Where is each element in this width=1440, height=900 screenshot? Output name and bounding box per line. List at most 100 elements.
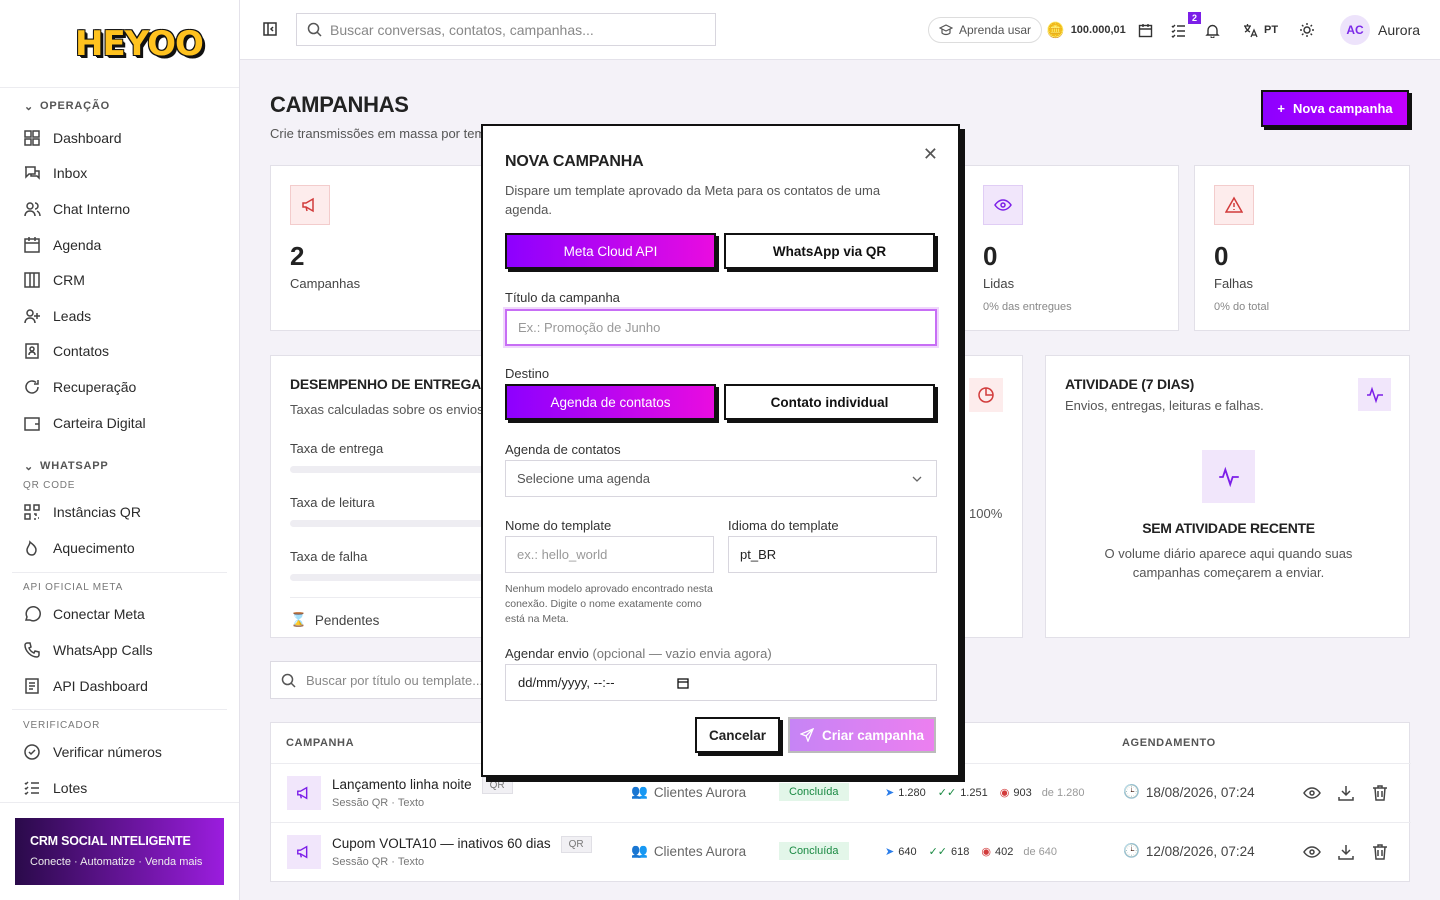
sidebar-item-recuperacao[interactable]: Recuperação bbox=[0, 369, 239, 405]
modal-description: Dispare um template aprovado da Meta par… bbox=[505, 183, 881, 217]
status-badge: Concluída bbox=[779, 783, 849, 801]
clock-icon: 🕒 bbox=[1123, 843, 1140, 858]
kanban-icon bbox=[24, 272, 40, 288]
subsection-api-oficial-meta: API OFICIAL META bbox=[23, 582, 124, 594]
sidebar-item-aquecimento[interactable]: Aquecimento bbox=[0, 530, 239, 566]
learn-button[interactable]: Aprenda usar bbox=[928, 17, 1043, 43]
language-selector[interactable]: PT bbox=[1243, 0, 1278, 60]
sidebar-item-contatos[interactable]: Contatos bbox=[0, 334, 239, 370]
sidebar-toggle-icon[interactable] bbox=[263, 22, 277, 36]
user-plus-icon bbox=[24, 309, 40, 323]
sun-icon bbox=[1300, 23, 1314, 37]
new-campaign-modal: NOVA CAMPANHA ✕ Dispare um template apro… bbox=[481, 124, 960, 777]
eye-icon: ◉ bbox=[981, 846, 991, 858]
whatsapp-icon bbox=[24, 606, 41, 622]
calendar-icon bbox=[676, 677, 689, 689]
sidebar: HEYOO ⌄ OPERAÇÃO Dashboard Inbox Chat Int… bbox=[0, 0, 240, 900]
promo-banner[interactable]: CRM SOCIAL INTELIGENTE Conecte · Automat… bbox=[15, 818, 224, 885]
clock-icon: 🕒 bbox=[1123, 784, 1140, 799]
sidebar-item-lotes[interactable]: Lotes bbox=[0, 770, 239, 806]
section-whatsapp[interactable]: ⌄ WHATSAPP bbox=[0, 456, 239, 476]
eye-icon: ◉ bbox=[999, 787, 1010, 799]
sidebar-item-chat-interno[interactable]: Chat Interno bbox=[0, 191, 239, 227]
send-icon: ➤ bbox=[885, 846, 895, 858]
list-check-icon bbox=[1171, 24, 1185, 38]
qr-code-icon bbox=[24, 504, 40, 520]
view-icon[interactable] bbox=[1303, 843, 1321, 861]
hourglass-icon: ⌛ bbox=[290, 612, 307, 627]
close-icon[interactable]: ✕ bbox=[923, 144, 938, 165]
notifications-button[interactable] bbox=[1205, 0, 1220, 60]
contact-list-select[interactable]: Selecione uma agenda bbox=[505, 460, 937, 497]
provider-meta-cloud-api[interactable]: Meta Cloud API bbox=[505, 233, 716, 269]
sidebar-item-verificar-numeros[interactable]: Verificar números bbox=[0, 734, 239, 770]
sidebar-item-inbox[interactable]: Inbox bbox=[0, 156, 239, 192]
campaign-search-input[interactable]: Buscar por título ou template... bbox=[270, 661, 485, 699]
theme-toggle[interactable] bbox=[1299, 0, 1315, 60]
activity-icon bbox=[1358, 378, 1391, 411]
trash-icon[interactable] bbox=[1371, 784, 1389, 802]
chat-icon bbox=[25, 166, 40, 181]
dashboard-icon bbox=[24, 130, 40, 146]
template-language-input[interactable]: pt_BR bbox=[728, 536, 937, 573]
page-subtitle: Crie transmissões em massa por tem bbox=[270, 126, 486, 141]
send-icon bbox=[799, 728, 814, 742]
coins-icon: 🪙 bbox=[1046, 22, 1065, 39]
global-search-input[interactable]: Buscar conversas, contatos, campanhas... bbox=[296, 13, 716, 46]
users-icon: 👥 bbox=[631, 843, 648, 858]
sidebar-item-instancias-qr[interactable]: Instâncias QR bbox=[0, 494, 239, 530]
send-icon: ➤ bbox=[885, 787, 895, 799]
chevron-down-icon bbox=[912, 476, 922, 482]
calendar-button[interactable] bbox=[1138, 0, 1153, 60]
delivery-metrics: ➤ 640 ✓✓ 618 ◉ 402 de 640 bbox=[885, 845, 1057, 859]
check-double-icon: ✓✓ bbox=[937, 787, 957, 799]
phone-icon bbox=[24, 642, 40, 658]
new-campaign-button[interactable]: + Nova campanha bbox=[1261, 90, 1409, 127]
user-menu[interactable]: AC Aurora bbox=[1340, 0, 1420, 60]
logo: HEYOO bbox=[75, 23, 204, 64]
megaphone-icon bbox=[287, 776, 321, 810]
search-icon bbox=[281, 673, 296, 688]
sidebar-item-dashboard[interactable]: Dashboard bbox=[0, 120, 239, 156]
sidebar-item-whatsapp-calls[interactable]: WhatsApp Calls bbox=[0, 632, 239, 668]
sidebar-item-conectar-meta[interactable]: Conectar Meta bbox=[0, 597, 239, 633]
page-title: CAMPANHAS bbox=[270, 92, 409, 117]
destination-contact-list[interactable]: Agenda de contatos bbox=[505, 384, 716, 420]
schedule-datetime-input[interactable]: dd/mm/yyyy, --:-- bbox=[505, 664, 937, 701]
qr-tag: QR bbox=[481, 777, 513, 794]
megaphone-icon bbox=[290, 185, 330, 225]
refresh-icon bbox=[25, 379, 39, 394]
campaign-title-input[interactable]: Ex.: Promoção de Junho bbox=[505, 309, 937, 346]
check-double-icon: ✓✓ bbox=[928, 846, 948, 858]
table-row[interactable]: Cupom VOLTA10 — inativos 60 dias QR Sessã… bbox=[271, 822, 1411, 880]
sidebar-item-agenda[interactable]: Agenda bbox=[0, 227, 239, 263]
download-icon[interactable] bbox=[1337, 843, 1355, 861]
download-icon[interactable] bbox=[1337, 784, 1355, 802]
status-badge: Concluída bbox=[779, 842, 849, 860]
sidebar-item-crm[interactable]: CRM bbox=[0, 262, 239, 298]
activity-card: ATIVIDADE (7 DIAS) Envios, entregas, lei… bbox=[1045, 355, 1410, 638]
cancel-button[interactable]: Cancelar bbox=[695, 717, 780, 753]
destination-single-contact[interactable]: Contato individual bbox=[724, 384, 935, 420]
modal-title: NOVA CAMPANHA bbox=[505, 153, 644, 170]
eye-icon bbox=[983, 185, 1023, 225]
tasks-badge: 2 bbox=[1188, 12, 1202, 24]
balance-indicator[interactable]: 🪙 100.000,01 bbox=[1046, 0, 1126, 60]
template-name-input[interactable]: ex.: hello_world bbox=[505, 536, 714, 573]
delivery-metrics: ➤ 1.280 ✓✓ 1.251 ◉ 903 de 1.280 bbox=[885, 786, 1085, 800]
alert-triangle-icon bbox=[1214, 185, 1254, 225]
view-icon[interactable] bbox=[1303, 784, 1321, 802]
create-campaign-button[interactable]: Criar campanha bbox=[788, 717, 936, 753]
pending-percent: 100% bbox=[969, 506, 1003, 521]
sidebar-item-carteira-digital[interactable]: Carteira Digital bbox=[0, 405, 239, 441]
contact-book-icon bbox=[25, 343, 39, 360]
stat-card-failures: 0 Falhas 0% do total bbox=[1194, 165, 1410, 331]
tasks-button[interactable]: 2 bbox=[1171, 0, 1202, 60]
sidebar-item-leads[interactable]: Leads bbox=[0, 298, 239, 334]
sidebar-item-api-dashboard[interactable]: API Dashboard bbox=[0, 668, 239, 704]
provider-whatsapp-qr[interactable]: WhatsApp via QR bbox=[724, 233, 935, 269]
section-operacao[interactable]: ⌄ OPERAÇÃO bbox=[0, 92, 239, 120]
users-icon bbox=[24, 202, 41, 217]
trash-icon[interactable] bbox=[1371, 843, 1389, 861]
avatar: AC bbox=[1340, 15, 1370, 45]
